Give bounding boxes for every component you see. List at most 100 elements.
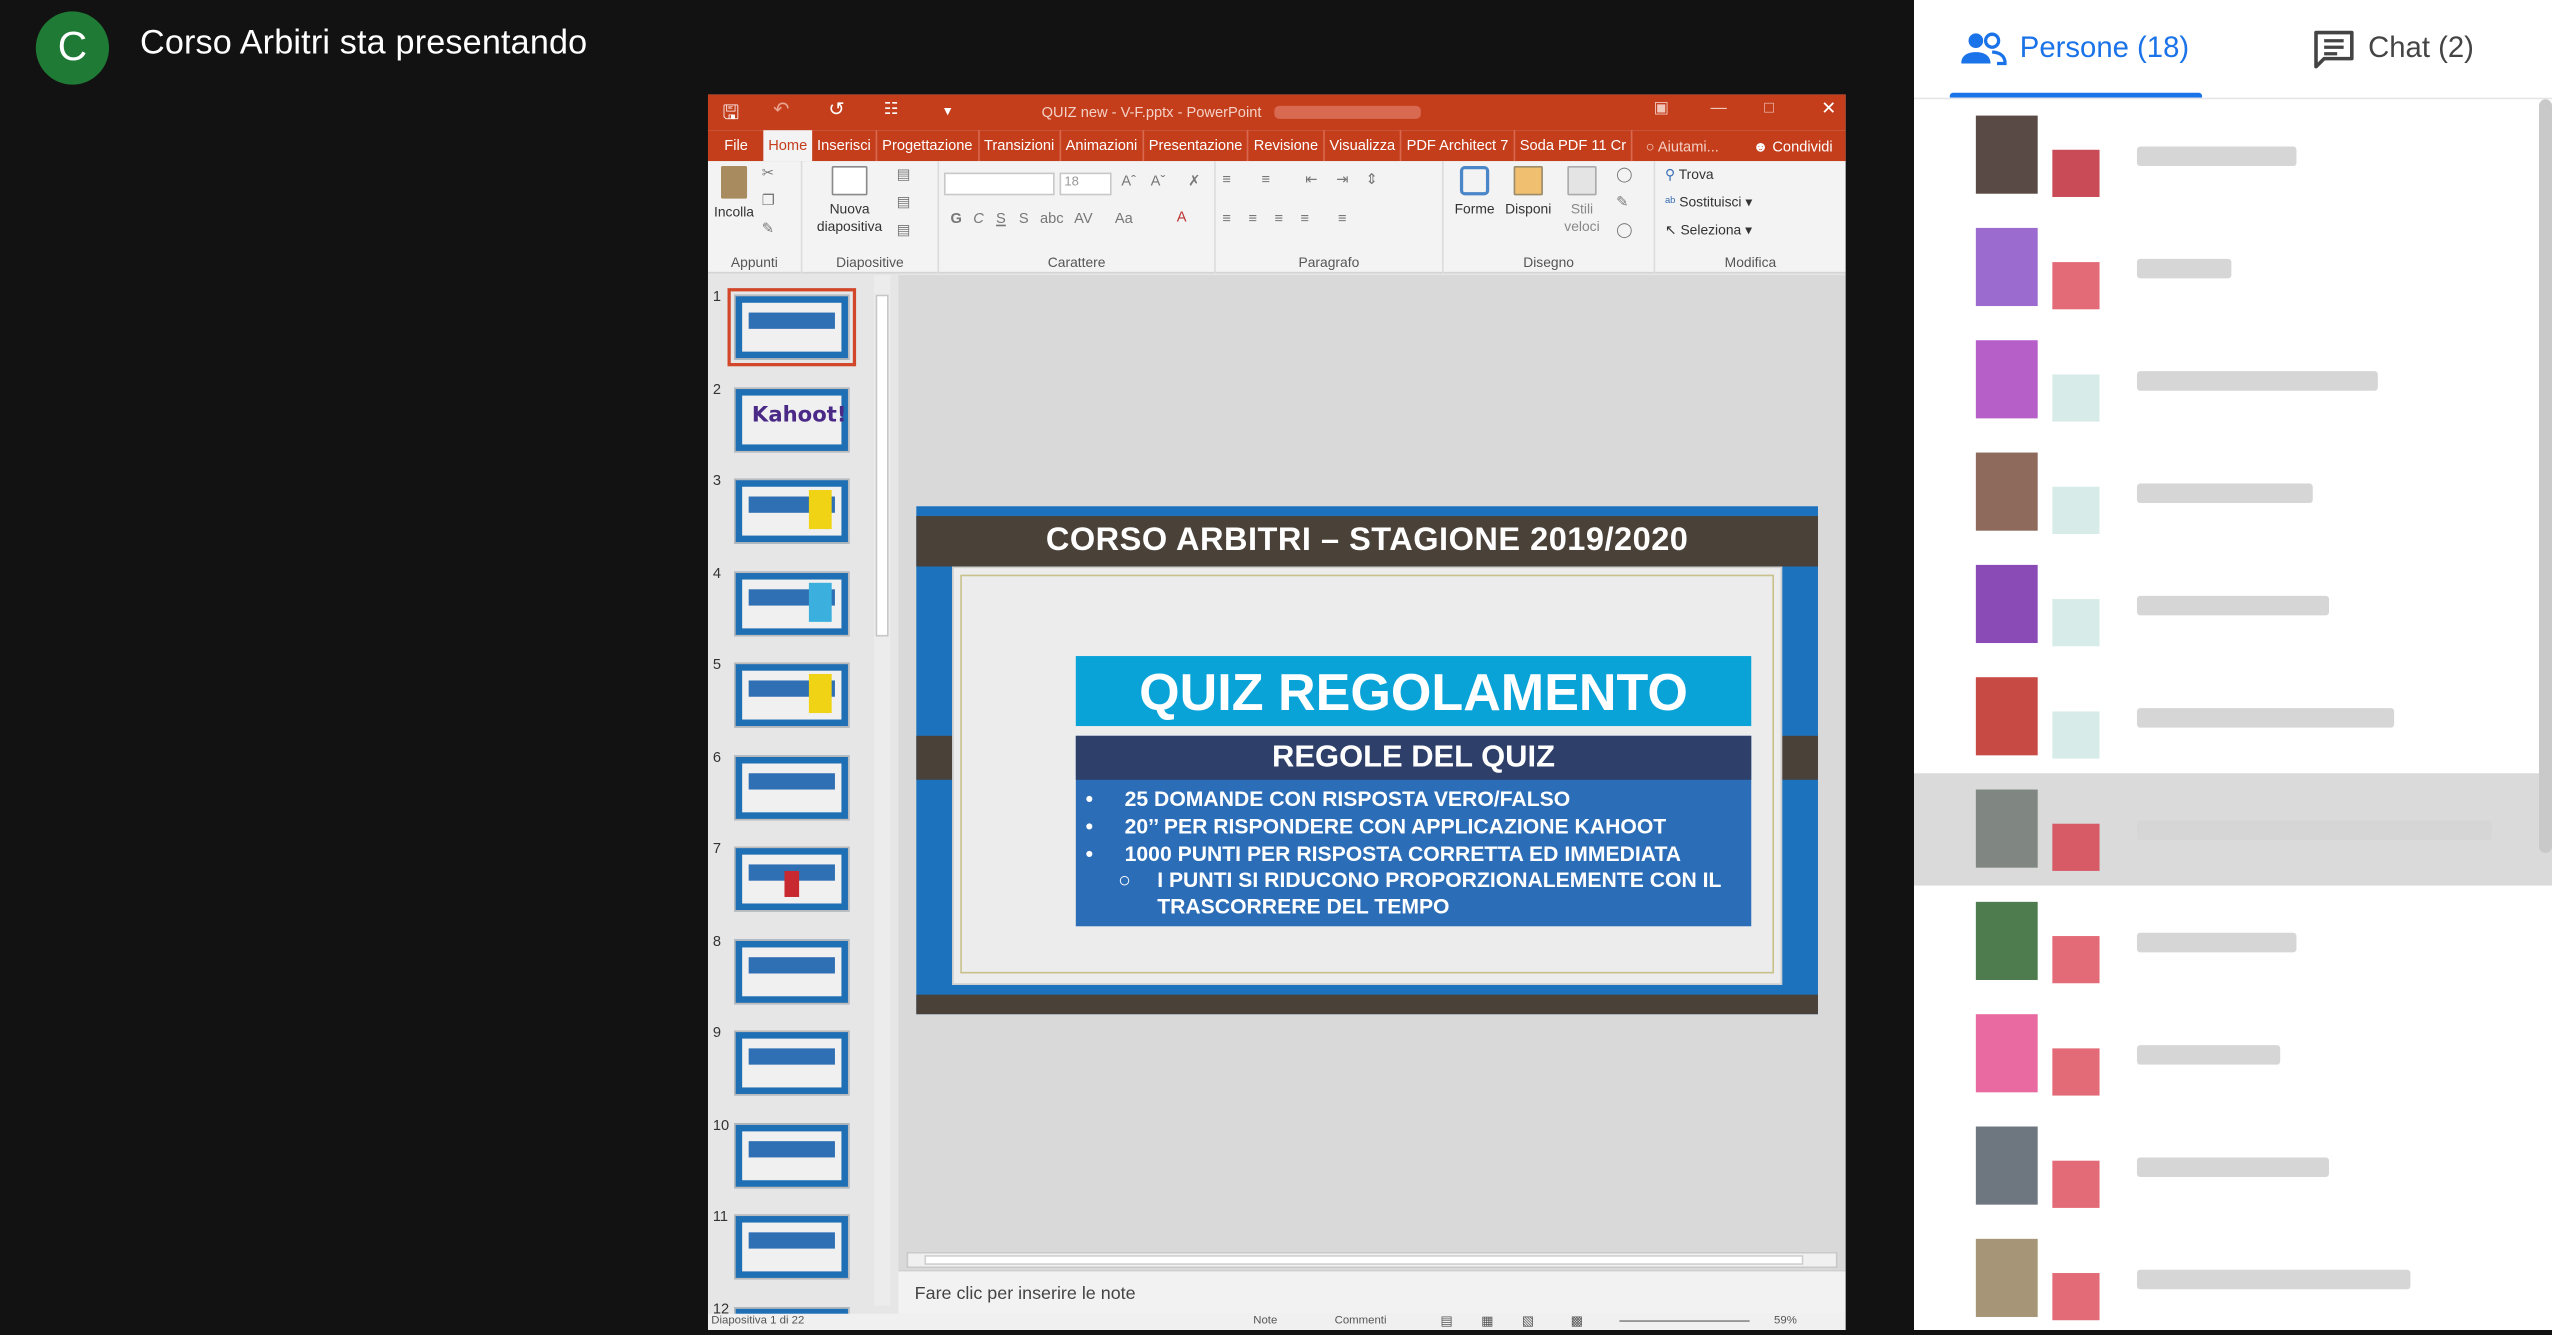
thumbnails-scroll-thumb[interactable] <box>875 294 889 637</box>
arrange-button[interactable]: Disponi <box>1502 166 1554 218</box>
slide-canvas[interactable]: CORSO ARBITRI – STAGIONE 2019/2020 QUIZ … <box>898 275 1846 1270</box>
shape-fill-icon[interactable]: ◯ <box>1616 166 1632 184</box>
ribbon-display-icon[interactable]: ▣ <box>1654 99 1669 117</box>
undo-icon[interactable]: ↶ <box>773 98 789 121</box>
font-format-button[interactable]: C <box>973 210 984 226</box>
font-format-button[interactable]: AV <box>1074 210 1092 226</box>
new-slide-button[interactable]: Nuova diapositiva <box>809 166 890 236</box>
section-icon[interactable]: ▤ <box>897 221 911 239</box>
font-format-button[interactable]: abc <box>1040 210 1064 226</box>
reading-view-icon[interactable]: ▧ <box>1522 1314 1534 1329</box>
notes-pane[interactable]: Fare clic per inserire le note <box>898 1269 1846 1314</box>
slide-thumbnail[interactable] <box>734 1122 850 1188</box>
participant-row[interactable] <box>1914 886 2552 998</box>
tab-review[interactable]: Revisione <box>1249 130 1325 162</box>
participant-row[interactable] <box>1914 99 2552 211</box>
notes-toggle[interactable]: Note <box>1253 1315 1277 1326</box>
font-format-button[interactable]: S <box>996 210 1006 226</box>
clear-formatting-icon[interactable]: ✗ <box>1188 173 1200 191</box>
columns-icon[interactable]: ≡ <box>1338 210 1347 226</box>
normal-view-icon[interactable]: ▤ <box>1440 1314 1452 1329</box>
current-slide[interactable]: CORSO ARBITRI – STAGIONE 2019/2020 QUIZ … <box>916 506 1818 1015</box>
slide-thumbnail[interactable] <box>734 754 850 820</box>
zoom-level[interactable]: 59% <box>1774 1315 1797 1326</box>
find-button[interactable]: ⚲ Trova <box>1665 166 1714 184</box>
select-button[interactable]: ↖ Seleziona ▾ <box>1665 221 1752 239</box>
minimize-icon[interactable]: — <box>1711 99 1727 117</box>
shape-outline-icon[interactable]: ✎ <box>1616 194 1628 212</box>
tab-design[interactable]: Progettazione <box>877 130 980 162</box>
tab-slideshow[interactable]: Presentazione <box>1144 130 1249 162</box>
participant-row[interactable] <box>1914 324 2552 436</box>
replace-button[interactable]: ᵃᵇ Sostituisci ▾ <box>1665 194 1752 212</box>
quick-styles-button[interactable]: Stili veloci <box>1558 166 1607 236</box>
participant-row[interactable] <box>1914 1223 2552 1335</box>
align-right-icon[interactable]: ≡ <box>1274 210 1283 226</box>
decrease-indent-icon[interactable]: ⇤ <box>1305 171 1317 189</box>
participant-row[interactable] <box>1914 1110 2552 1222</box>
participant-row[interactable] <box>1914 436 2552 548</box>
share-button[interactable]: ☻ Condividi <box>1753 138 1833 154</box>
paste-button[interactable]: Incolla <box>713 166 755 221</box>
tab-view[interactable]: Visualizza <box>1325 130 1402 162</box>
font-format-button[interactable]: Aa <box>1115 210 1133 226</box>
participant-row[interactable] <box>1913 773 2552 886</box>
tab-file[interactable]: File <box>708 130 763 161</box>
layout-icon[interactable]: ▤ <box>897 166 911 184</box>
save-icon[interactable]: 🖫 <box>723 98 740 132</box>
reset-icon[interactable]: ▤ <box>897 194 911 212</box>
tab-transitions[interactable]: Transizioni <box>979 130 1061 162</box>
shapes-button[interactable]: Forme <box>1450 166 1499 218</box>
shape-effects-icon[interactable]: ◯ <box>1616 221 1632 239</box>
slideshow-view-icon[interactable]: ▩ <box>1571 1314 1583 1329</box>
thumbnails-scrollbar[interactable] <box>873 275 891 1306</box>
increase-indent-icon[interactable]: ⇥ <box>1336 171 1348 189</box>
line-spacing-icon[interactable]: ⇕ <box>1366 171 1378 189</box>
tab-insert[interactable]: Inserisci <box>812 130 878 162</box>
participant-row[interactable] <box>1914 549 2552 661</box>
slide-thumbnail[interactable] <box>734 478 850 544</box>
tell-me-search[interactable]: ○ Aiutami... <box>1646 138 1719 154</box>
comments-toggle[interactable]: Commenti <box>1335 1315 1387 1326</box>
tab-animations[interactable]: Animazioni <box>1061 130 1144 162</box>
participant-row[interactable] <box>1914 212 2552 324</box>
close-icon[interactable]: ✕ <box>1821 98 1836 119</box>
numbering-icon[interactable]: ≡ <box>1261 171 1270 187</box>
start-slideshow-icon[interactable]: ☷ <box>884 101 899 119</box>
zoom-slider[interactable] <box>1619 1320 1750 1322</box>
slide-thumbnail[interactable] <box>734 1030 850 1096</box>
bullets-icon[interactable]: ≡ <box>1222 171 1231 187</box>
cut-icon[interactable]: ✂ <box>762 164 774 182</box>
slide-thumbnail[interactable] <box>734 938 850 1004</box>
customize-toolbar-icon[interactable]: ▾ <box>944 103 951 121</box>
font-color-icon[interactable]: A <box>1177 208 1187 224</box>
panel-scrollbar[interactable] <box>2538 99 2552 854</box>
sorter-view-icon[interactable]: ▦ <box>1481 1314 1493 1329</box>
font-name-field[interactable] <box>943 172 1055 196</box>
justify-icon[interactable]: ≡ <box>1300 210 1309 226</box>
slide-thumbnail[interactable]: Kahoot! <box>734 386 850 452</box>
slide-thumbnail[interactable] <box>734 846 850 912</box>
copy-icon[interactable]: ❐ <box>762 192 775 210</box>
participant-row[interactable] <box>1914 998 2552 1110</box>
align-center-icon[interactable]: ≡ <box>1248 210 1257 226</box>
participant-row[interactable] <box>1914 661 2552 773</box>
font-size-field[interactable]: 18 <box>1059 172 1112 196</box>
slide-scroll-thumb[interactable] <box>924 1255 1804 1265</box>
shrink-font-icon[interactable]: Aˇ <box>1151 173 1166 189</box>
format-painter-icon[interactable]: ✎ <box>762 220 774 238</box>
font-format-button[interactable]: S <box>1019 210 1029 226</box>
slide-thumbnail[interactable] <box>734 1214 850 1280</box>
tab-soda-pdf[interactable]: Soda PDF 11 Cr <box>1515 130 1633 162</box>
grow-font-icon[interactable]: Aˆ <box>1121 173 1136 189</box>
slide-thumbnail[interactable] <box>727 288 857 367</box>
tab-home[interactable]: Home <box>763 130 813 162</box>
tab-pdf-architect[interactable]: PDF Architect 7 <box>1402 130 1515 162</box>
redo-icon[interactable]: ↺ <box>828 98 844 121</box>
maximize-icon[interactable]: □ <box>1764 99 1774 117</box>
slide-thumbnail[interactable] <box>734 662 850 728</box>
align-left-icon[interactable]: ≡ <box>1222 210 1231 226</box>
tab-people[interactable]: Persone (18) <box>1961 0 2189 96</box>
tab-chat[interactable]: Chat (2) <box>2313 0 2474 96</box>
font-format-button[interactable]: G <box>950 210 961 226</box>
